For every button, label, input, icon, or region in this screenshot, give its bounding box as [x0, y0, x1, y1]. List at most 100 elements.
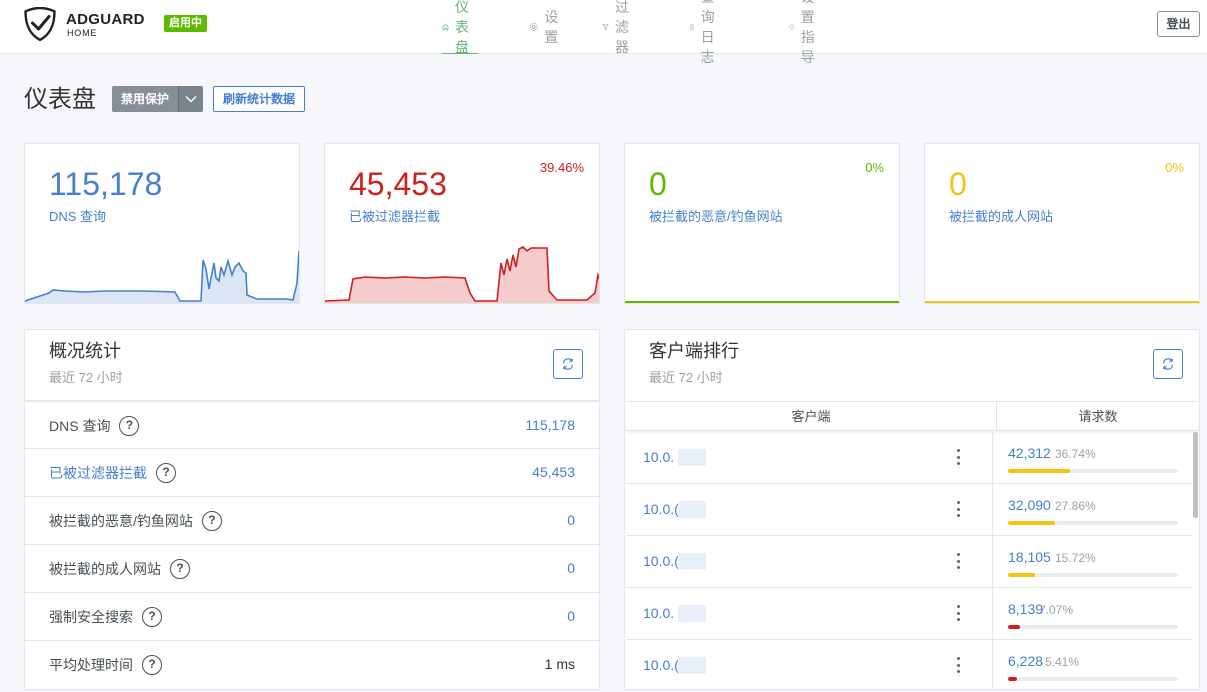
- row-actions-menu-icon[interactable]: [953, 446, 963, 468]
- row-label-text: 强制安全搜索: [49, 609, 133, 625]
- client-ip-link[interactable]: 10.0.: [643, 605, 674, 621]
- dropdown-toggle[interactable]: [178, 86, 204, 112]
- row-value: 45,453: [532, 464, 575, 480]
- request-percent: 5.41%: [1045, 655, 1080, 669]
- stat-label: 已被过滤器拦截: [349, 209, 441, 224]
- nav-dashboard[interactable]: 仪表盘: [442, 0, 478, 55]
- refresh-clients-button[interactable]: [1153, 349, 1183, 379]
- table-row: 10.0. 42,312 36.74%: [626, 432, 1192, 484]
- request-count[interactable]: 8,139: [1008, 601, 1043, 617]
- nav-settings[interactable]: 设置: [529, 0, 563, 54]
- nav-settings-label: 设置: [544, 9, 559, 45]
- protection-status-badge: 启用中: [164, 15, 207, 32]
- help-icon[interactable]: ?: [201, 511, 222, 531]
- table-row: 10.0.( 18,105 15.72%: [626, 536, 1192, 588]
- request-count-cell: 6,228 5.41%: [992, 640, 1192, 689]
- request-count[interactable]: 18,105: [1008, 549, 1051, 565]
- row-value: 0: [567, 560, 575, 576]
- row-value: 1 ms: [544, 656, 575, 672]
- brand-name[interactable]: ADGUARD: [66, 12, 145, 27]
- progress-bar: [1008, 521, 1178, 525]
- progress-bar-fill: [1008, 625, 1021, 629]
- gear-icon: [529, 23, 538, 31]
- request-count-cell: 42,312 36.74%: [992, 432, 1192, 484]
- adguard-shield-logo[interactable]: [24, 7, 56, 41]
- stat-row-avg-processing-time: 平均处理时间? 1 ms: [25, 640, 599, 688]
- nav-query-log-label: 查询日志: [700, 0, 715, 65]
- general-statistics-panel: 概况统计 最近 72 小时 DNS 查询? 115,178 已被过滤器拦截? 4…: [24, 329, 600, 690]
- redacted-ip-block: [678, 553, 706, 570]
- table-scrollbar[interactable]: [1193, 432, 1198, 518]
- refresh-stats-button[interactable]: 刷新统计数据: [213, 86, 306, 112]
- help-icon[interactable]: ?: [170, 559, 190, 579]
- nav-filters[interactable]: 过滤器: [602, 0, 636, 55]
- panel-subtitle: 最近 72 小时: [49, 370, 123, 385]
- nav-dashboard-label: 仪表盘: [455, 0, 469, 55]
- nav-setup-guide[interactable]: 设置指导: [789, 0, 823, 65]
- client-ip-link[interactable]: 10.0.(: [643, 501, 679, 517]
- client-ip-link[interactable]: 10.0.: [643, 449, 674, 465]
- column-header-requests[interactable]: 请求数: [998, 402, 1198, 431]
- disable-protection-dropdown[interactable]: 禁用保护: [112, 86, 204, 112]
- request-percent: 27.86%: [1055, 499, 1096, 513]
- panel-title: 客户端排行: [649, 341, 739, 361]
- malware-sparkline: [625, 301, 899, 303]
- redacted-ip-block: [678, 605, 706, 622]
- row-label[interactable]: 已被过滤器拦截?: [49, 463, 176, 483]
- chevron-down-icon: [185, 96, 197, 103]
- stat-value: 115,178: [49, 166, 163, 202]
- row-value: 0: [567, 512, 575, 528]
- refresh-general-button[interactable]: [553, 349, 583, 379]
- brand-subtitle: HOME: [67, 28, 98, 38]
- row-label: 平均处理时间?: [49, 655, 162, 675]
- request-count-cell: 8,139 7.07%: [992, 588, 1192, 640]
- table-row: 10.0. 8,139 7.07%: [626, 588, 1192, 640]
- table-row: 10.0.( 6,228 5.41%: [626, 640, 1192, 689]
- client-ip-link[interactable]: 10.0.(: [643, 657, 679, 673]
- row-actions-menu-icon[interactable]: [953, 550, 963, 572]
- request-count[interactable]: 6,228: [1008, 653, 1043, 669]
- blocked-filters-sparkline: [325, 246, 599, 303]
- stat-row-dns-queries: DNS 查询? 115,178: [25, 400, 599, 448]
- stat-row-blocked-malware: 被拦截的恶意/钓鱼网站? 0: [25, 496, 599, 544]
- row-label: 被拦截的成人网站?: [49, 559, 190, 579]
- filter-icon: [602, 24, 609, 30]
- client-ip-link[interactable]: 10.0.(: [643, 553, 679, 569]
- panel-title: 概况统计: [49, 341, 121, 361]
- row-label-link[interactable]: 已被过滤器拦截: [49, 463, 147, 483]
- progress-bar: [1008, 573, 1178, 577]
- help-icon[interactable]: ?: [119, 416, 140, 436]
- nav-filters-label: 过滤器: [615, 0, 629, 55]
- progress-bar-fill: [1008, 573, 1035, 577]
- row-label: 强制安全搜索?: [49, 607, 162, 627]
- row-label-text: 被拦截的恶意/钓鱼网站: [49, 513, 193, 529]
- stat-value: 0: [649, 166, 667, 202]
- stat-row-blocked-filters: 已被过滤器拦截? 45,453: [25, 448, 599, 496]
- redacted-ip-block: [678, 501, 706, 518]
- panel-subtitle: 最近 72 小时: [649, 370, 723, 385]
- request-count-cell: 32,090 27.86%: [992, 484, 1192, 536]
- redacted-ip-block: [678, 657, 706, 674]
- logout-button[interactable]: 登出: [1157, 11, 1200, 37]
- disable-protection-button[interactable]: 禁用保护: [112, 86, 179, 112]
- request-count[interactable]: 42,312: [1008, 445, 1051, 461]
- row-label-text: 平均处理时间: [49, 657, 133, 673]
- nav-query-log[interactable]: 查询日志: [689, 0, 723, 65]
- row-value: 0: [567, 608, 575, 624]
- help-icon[interactable]: ?: [156, 463, 176, 483]
- progress-bar-fill: [1008, 677, 1018, 681]
- stat-value: 0: [949, 166, 967, 202]
- stat-percent: 0%: [1165, 160, 1184, 175]
- row-actions-menu-icon[interactable]: [953, 602, 963, 624]
- row-actions-menu-icon[interactable]: [953, 654, 963, 676]
- nav-setup-guide-label: 设置指导: [800, 0, 815, 65]
- row-actions-menu-icon[interactable]: [953, 498, 963, 520]
- help-icon[interactable]: ?: [142, 655, 162, 675]
- stat-row-blocked-adult: 被拦截的成人网站? 0: [25, 544, 599, 592]
- progress-bar: [1008, 625, 1178, 629]
- column-header-client[interactable]: 客户端: [626, 402, 997, 431]
- progress-bar: [1008, 677, 1178, 681]
- help-icon[interactable]: ?: [142, 607, 162, 627]
- home-icon: [442, 23, 449, 30]
- request-count[interactable]: 32,090: [1008, 497, 1051, 513]
